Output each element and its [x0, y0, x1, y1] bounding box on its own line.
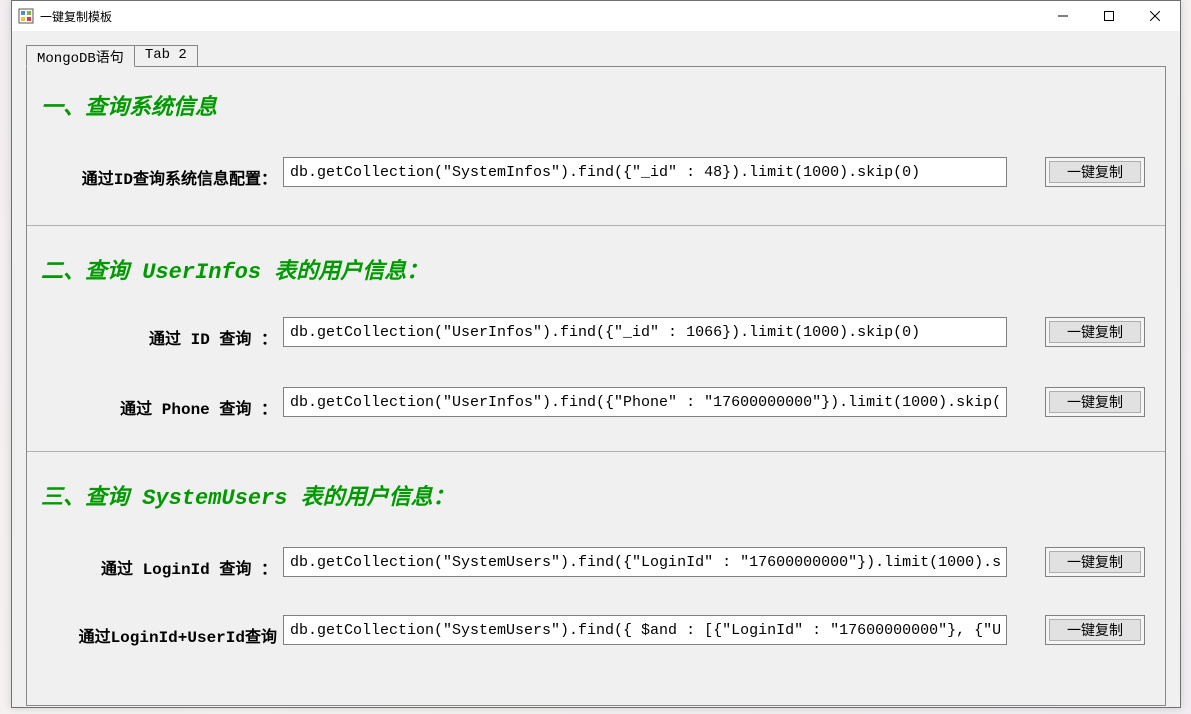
- tabstrip: MongoDB语句 Tab 2: [26, 45, 198, 67]
- minimize-button[interactable]: [1040, 1, 1086, 31]
- section1-row1-copy-wrap: 一键复制: [1045, 157, 1145, 187]
- section3-row2-label: 通过LoginId+UserId查询: [37, 623, 277, 647]
- section3-row1-copy-wrap: 一键复制: [1045, 547, 1145, 577]
- app-icon: [18, 8, 34, 24]
- app-window: 一键复制模板 MongoDB语句 Tab 2 一、查询系统信息 通过ID查询系统…: [11, 0, 1181, 708]
- section3-row2-copy-button[interactable]: 一键复制: [1049, 619, 1141, 641]
- section2-row1-input[interactable]: [283, 317, 1007, 347]
- tab-2[interactable]: Tab 2: [134, 45, 198, 67]
- section3-row2-copy-wrap: 一键复制: [1045, 615, 1145, 645]
- section2-row1-copy-wrap: 一键复制: [1045, 317, 1145, 347]
- window-title: 一键复制模板: [40, 8, 1040, 25]
- separator-1: [27, 225, 1165, 226]
- client-area: MongoDB语句 Tab 2 一、查询系统信息 通过ID查询系统信息配置： 一…: [12, 31, 1180, 707]
- section2-row1-label: 通过 ID 查询 ：: [37, 325, 277, 349]
- section3-title: 三、查询 SystemUsers 表的用户信息：: [41, 479, 455, 511]
- section3-row2-input[interactable]: [283, 615, 1007, 645]
- section2-title: 二、查询 UserInfos 表的用户信息：: [41, 253, 428, 285]
- section3-row1-copy-button[interactable]: 一键复制: [1049, 551, 1141, 573]
- section2-row2-copy-button[interactable]: 一键复制: [1049, 391, 1141, 413]
- section2-row2-label: 通过 Phone 查询 ：: [37, 395, 277, 419]
- tab-mongodb[interactable]: MongoDB语句: [26, 45, 135, 67]
- section2-row2-copy-wrap: 一键复制: [1045, 387, 1145, 417]
- maximize-button[interactable]: [1086, 1, 1132, 31]
- section1-row1-copy-button[interactable]: 一键复制: [1049, 161, 1141, 183]
- section2-row2-input[interactable]: [283, 387, 1007, 417]
- section1-row1-label: 通过ID查询系统信息配置：: [37, 165, 277, 189]
- section2-row1-copy-button[interactable]: 一键复制: [1049, 321, 1141, 343]
- section1-title: 一、查询系统信息: [41, 89, 217, 121]
- section3-row1-label: 通过 LoginId 查询 ：: [37, 555, 277, 579]
- section1-row1-input[interactable]: [283, 157, 1007, 187]
- tabpanel-mongodb: 一、查询系统信息 通过ID查询系统信息配置： 一键复制 二、查询 UserInf…: [26, 66, 1166, 706]
- section3-row1-input[interactable]: [283, 547, 1007, 577]
- close-button[interactable]: [1132, 1, 1178, 31]
- titlebar[interactable]: 一键复制模板: [12, 1, 1180, 31]
- separator-2: [27, 451, 1165, 452]
